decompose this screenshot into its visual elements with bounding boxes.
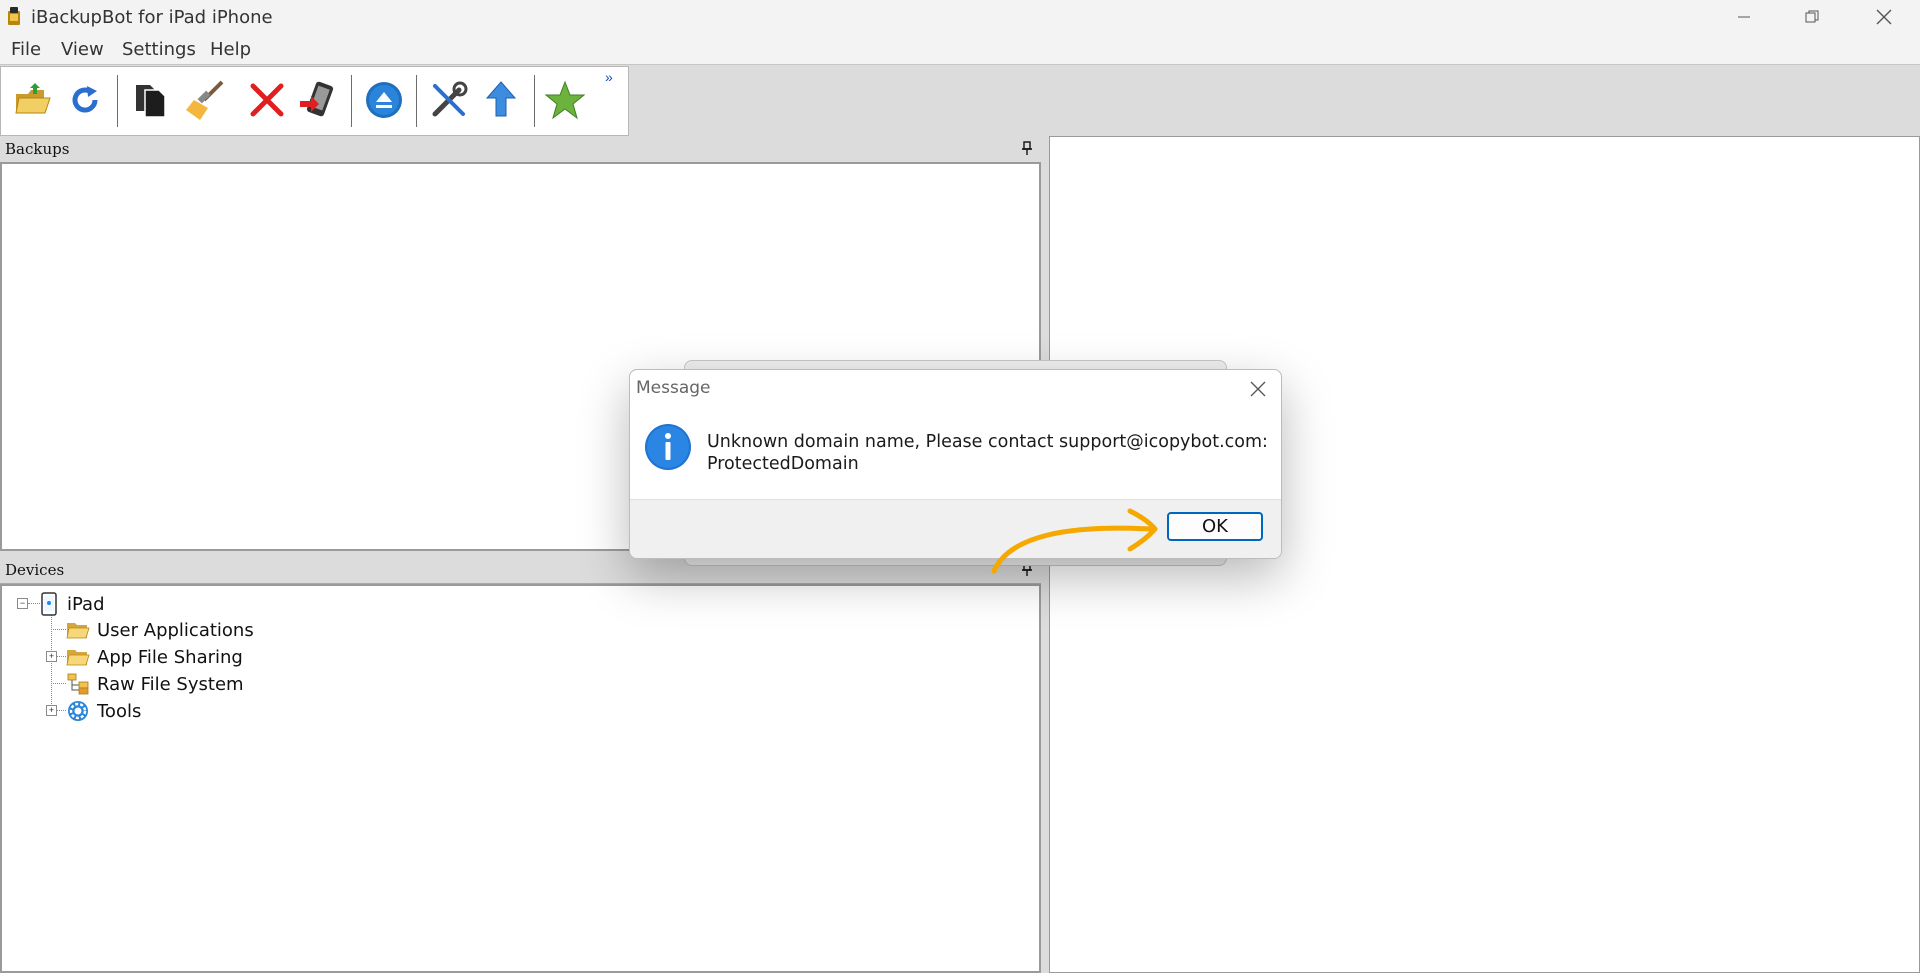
menu-view[interactable]: View xyxy=(61,39,104,60)
tree-item-user-applications[interactable]: User Applications xyxy=(66,618,254,642)
tree-item-app-file-sharing[interactable]: App File Sharing xyxy=(66,645,243,669)
menu-file[interactable]: File xyxy=(11,39,41,60)
toolbar-overflow-button[interactable]: » xyxy=(605,69,613,85)
eject-button[interactable] xyxy=(361,77,407,123)
backups-panel-header: Backups xyxy=(0,136,1041,163)
tree-item-label: iPad xyxy=(67,593,105,615)
tree-item-raw-file-system[interactable]: Raw File System xyxy=(66,672,244,696)
expand-toggle[interactable]: + xyxy=(46,705,57,716)
devices-panel-title: Devices xyxy=(5,561,65,579)
copy-icon xyxy=(136,85,166,118)
folder-icon xyxy=(66,650,90,666)
copy-button[interactable] xyxy=(128,77,174,123)
dialog-title: Message xyxy=(636,378,711,398)
minimize-icon xyxy=(1738,16,1750,18)
restore-button-toolbar[interactable] xyxy=(295,77,341,123)
file-tree-icon xyxy=(67,673,89,695)
refresh-icon xyxy=(72,86,98,113)
clean-button[interactable] xyxy=(183,77,229,123)
refresh-button[interactable] xyxy=(62,77,108,123)
upgrade-button[interactable] xyxy=(478,77,524,123)
broom-clean-icon xyxy=(186,80,224,120)
menu-settings[interactable]: Settings xyxy=(122,39,196,60)
toolbar-separator xyxy=(416,75,417,127)
gear-icon xyxy=(68,701,88,721)
collapse-toggle[interactable]: − xyxy=(17,598,28,609)
open-button[interactable] xyxy=(10,77,56,123)
tree-connector xyxy=(51,629,66,630)
tools-icon xyxy=(432,81,468,117)
tree-item-ipad[interactable]: iPad xyxy=(41,592,105,616)
window-title: iBackupBot for iPad iPhone xyxy=(31,7,273,28)
favorite-button[interactable] xyxy=(542,77,588,123)
tree-item-label: Raw File System xyxy=(97,673,244,695)
eject-icon xyxy=(366,82,402,118)
toolbar-separator xyxy=(534,75,535,127)
tree-item-label: User Applications xyxy=(97,619,254,641)
info-icon xyxy=(645,424,691,470)
menu-bar: File View Settings Help xyxy=(0,34,1920,64)
expand-toggle[interactable]: + xyxy=(46,651,57,662)
pin-icon[interactable] xyxy=(1021,141,1033,155)
dialog-close-button[interactable] xyxy=(1247,378,1269,400)
toolbar-separator xyxy=(117,75,118,127)
ipad-device-icon xyxy=(41,592,57,616)
dialog-message: Unknown domain name, Please contact supp… xyxy=(707,431,1268,475)
favorite-star-icon xyxy=(545,80,585,120)
title-bar: iBackupBot for iPad iPhone xyxy=(0,0,1920,34)
delete-icon xyxy=(250,83,284,117)
tree-item-label: Tools xyxy=(97,700,142,722)
restore-to-device-icon xyxy=(300,81,334,117)
minimize-button[interactable] xyxy=(1710,0,1778,34)
devices-tree: − iPad User Applications + App File Shar… xyxy=(0,584,1041,973)
app-icon xyxy=(8,7,20,25)
delete-button[interactable] xyxy=(244,77,290,123)
toolbar: » xyxy=(0,66,629,136)
dialog-message-line: Unknown domain name, Please contact supp… xyxy=(707,432,1268,452)
restore-icon xyxy=(1805,10,1819,23)
close-icon xyxy=(1876,9,1892,25)
tools-button[interactable] xyxy=(426,77,472,123)
message-dialog: Message Unknown domain name, Please cont… xyxy=(629,369,1282,559)
ok-button[interactable]: OK xyxy=(1167,512,1263,541)
upgrade-arrow-icon xyxy=(485,81,517,117)
open-folder-icon xyxy=(15,83,51,114)
backups-panel-title: Backups xyxy=(5,140,70,158)
close-window-button[interactable] xyxy=(1850,0,1918,34)
tree-item-tools[interactable]: Tools xyxy=(66,699,141,723)
dialog-message-line: ProtectedDomain xyxy=(707,454,859,474)
tree-connector xyxy=(28,603,40,604)
toolbar-separator xyxy=(351,75,352,127)
folder-icon xyxy=(66,623,90,639)
tree-connector xyxy=(51,683,66,684)
restore-button[interactable] xyxy=(1778,0,1846,34)
menu-help[interactable]: Help xyxy=(210,39,251,60)
tree-item-label: App File Sharing xyxy=(97,646,243,668)
close-icon xyxy=(1250,381,1266,397)
